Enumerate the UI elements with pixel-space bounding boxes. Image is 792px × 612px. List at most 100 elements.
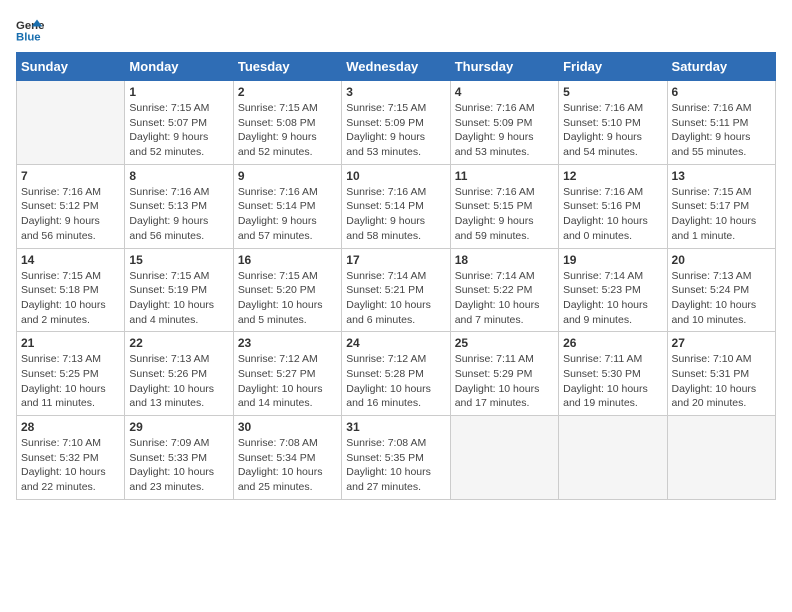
calendar-cell: 29 Sunrise: 7:09 AMSunset: 5:33 PMDayligh… xyxy=(125,416,233,500)
svg-text:Blue: Blue xyxy=(16,32,41,44)
weekday-header-wednesday: Wednesday xyxy=(342,53,450,81)
day-info: Sunrise: 7:09 AMSunset: 5:33 PMDaylight:… xyxy=(129,436,228,495)
calendar-cell xyxy=(17,81,125,165)
calendar-cell: 22 Sunrise: 7:13 AMSunset: 5:26 PMDayligh… xyxy=(125,332,233,416)
day-number: 13 xyxy=(672,169,771,183)
calendar-cell: 12Sunrise: 7:16 AMSunset: 5:16 PMDayligh… xyxy=(559,164,667,248)
calendar-cell: 23 Sunrise: 7:12 AMSunset: 5:27 PMDayligh… xyxy=(233,332,341,416)
day-number: 10 xyxy=(346,169,445,183)
day-number: 2 xyxy=(238,85,337,99)
day-number: 26 xyxy=(563,336,662,350)
calendar-week-3: 14 Sunrise: 7:15 AMSunset: 5:18 PMDayligh… xyxy=(17,248,776,332)
day-info: Sunrise: 7:16 AMSunset: 5:14 PMDaylight:… xyxy=(346,185,445,244)
calendar-cell: 9 Sunrise: 7:16 AMSunset: 5:14 PMDaylight… xyxy=(233,164,341,248)
day-number: 29 xyxy=(129,420,228,434)
day-info: Sunrise: 7:15 AMSunset: 5:19 PMDaylight:… xyxy=(129,269,228,328)
day-info: Sunrise: 7:11 AMSunset: 5:29 PMDaylight:… xyxy=(455,352,554,411)
day-info: Sunrise: 7:16 AMSunset: 5:14 PMDaylight:… xyxy=(238,185,337,244)
calendar-cell: 25Sunrise: 7:11 AMSunset: 5:29 PMDayligh… xyxy=(450,332,558,416)
day-number: 14 xyxy=(21,253,120,267)
day-number: 1 xyxy=(129,85,228,99)
weekday-header-saturday: Saturday xyxy=(667,53,775,81)
logo: General Blue xyxy=(16,16,44,44)
calendar-cell: 27 Sunrise: 7:10 AMSunset: 5:31 PMDayligh… xyxy=(667,332,775,416)
day-info: Sunrise: 7:15 AMSunset: 5:07 PMDaylight:… xyxy=(129,101,228,160)
day-number: 24 xyxy=(346,336,445,350)
calendar-cell xyxy=(667,416,775,500)
day-info: Sunrise: 7:08 AMSunset: 5:35 PMDaylight:… xyxy=(346,436,445,495)
calendar-cell: 30 Sunrise: 7:08 AMSunset: 5:34 PMDayligh… xyxy=(233,416,341,500)
day-info: Sunrise: 7:16 AMSunset: 5:09 PMDaylight:… xyxy=(455,101,554,160)
weekday-header-thursday: Thursday xyxy=(450,53,558,81)
logo-icon: General Blue xyxy=(16,16,44,44)
day-info: Sunrise: 7:15 AMSunset: 5:08 PMDaylight:… xyxy=(238,101,337,160)
day-number: 23 xyxy=(238,336,337,350)
calendar-cell: 5 Sunrise: 7:16 AMSunset: 5:10 PMDaylight… xyxy=(559,81,667,165)
day-number: 5 xyxy=(563,85,662,99)
weekday-header-friday: Friday xyxy=(559,53,667,81)
day-info: Sunrise: 7:08 AMSunset: 5:34 PMDaylight:… xyxy=(238,436,337,495)
calendar-cell: 26 Sunrise: 7:11 AMSunset: 5:30 PMDayligh… xyxy=(559,332,667,416)
day-info: Sunrise: 7:14 AMSunset: 5:23 PMDaylight:… xyxy=(563,269,662,328)
day-number: 9 xyxy=(238,169,337,183)
calendar-week-5: 28 Sunrise: 7:10 AMSunset: 5:32 PMDayligh… xyxy=(17,416,776,500)
day-info: Sunrise: 7:11 AMSunset: 5:30 PMDaylight:… xyxy=(563,352,662,411)
calendar-cell: 24 Sunrise: 7:12 AMSunset: 5:28 PMDayligh… xyxy=(342,332,450,416)
day-info: Sunrise: 7:16 AMSunset: 5:13 PMDaylight:… xyxy=(129,185,228,244)
day-number: 27 xyxy=(672,336,771,350)
day-number: 17 xyxy=(346,253,445,267)
day-number: 18 xyxy=(455,253,554,267)
calendar-week-4: 21Sunrise: 7:13 AMSunset: 5:25 PMDayligh… xyxy=(17,332,776,416)
calendar-cell: 6Sunrise: 7:16 AMSunset: 5:11 PMDaylight… xyxy=(667,81,775,165)
calendar-body: 1 Sunrise: 7:15 AMSunset: 5:07 PMDaylight… xyxy=(17,81,776,500)
day-info: Sunrise: 7:13 AMSunset: 5:26 PMDaylight:… xyxy=(129,352,228,411)
calendar-cell: 19 Sunrise: 7:14 AMSunset: 5:23 PMDayligh… xyxy=(559,248,667,332)
calendar-cell: 3Sunrise: 7:15 AMSunset: 5:09 PMDaylight… xyxy=(342,81,450,165)
calendar-table: SundayMondayTuesdayWednesdayThursdayFrid… xyxy=(16,52,776,500)
calendar-week-2: 7 Sunrise: 7:16 AMSunset: 5:12 PMDaylight… xyxy=(17,164,776,248)
calendar-cell: 4Sunrise: 7:16 AMSunset: 5:09 PMDaylight… xyxy=(450,81,558,165)
day-info: Sunrise: 7:16 AMSunset: 5:16 PMDaylight:… xyxy=(563,185,662,244)
day-number: 22 xyxy=(129,336,228,350)
day-info: Sunrise: 7:15 AMSunset: 5:20 PMDaylight:… xyxy=(238,269,337,328)
calendar-week-1: 1 Sunrise: 7:15 AMSunset: 5:07 PMDaylight… xyxy=(17,81,776,165)
day-info: Sunrise: 7:12 AMSunset: 5:28 PMDaylight:… xyxy=(346,352,445,411)
calendar-cell: 17 Sunrise: 7:14 AMSunset: 5:21 PMDayligh… xyxy=(342,248,450,332)
weekday-header-sunday: Sunday xyxy=(17,53,125,81)
calendar-cell: 10 Sunrise: 7:16 AMSunset: 5:14 PMDayligh… xyxy=(342,164,450,248)
day-number: 15 xyxy=(129,253,228,267)
calendar-cell: 15 Sunrise: 7:15 AMSunset: 5:19 PMDayligh… xyxy=(125,248,233,332)
day-number: 7 xyxy=(21,169,120,183)
day-info: Sunrise: 7:16 AMSunset: 5:12 PMDaylight:… xyxy=(21,185,120,244)
calendar-cell: 14 Sunrise: 7:15 AMSunset: 5:18 PMDayligh… xyxy=(17,248,125,332)
day-info: Sunrise: 7:16 AMSunset: 5:10 PMDaylight:… xyxy=(563,101,662,160)
calendar-cell: 8 Sunrise: 7:16 AMSunset: 5:13 PMDaylight… xyxy=(125,164,233,248)
day-number: 19 xyxy=(563,253,662,267)
weekday-header-row: SundayMondayTuesdayWednesdayThursdayFrid… xyxy=(17,53,776,81)
day-number: 21 xyxy=(21,336,120,350)
day-info: Sunrise: 7:10 AMSunset: 5:31 PMDaylight:… xyxy=(672,352,771,411)
calendar-cell: 1 Sunrise: 7:15 AMSunset: 5:07 PMDaylight… xyxy=(125,81,233,165)
calendar-cell: 31Sunrise: 7:08 AMSunset: 5:35 PMDayligh… xyxy=(342,416,450,500)
calendar-cell: 18 Sunrise: 7:14 AMSunset: 5:22 PMDayligh… xyxy=(450,248,558,332)
calendar-cell: 13Sunrise: 7:15 AMSunset: 5:17 PMDayligh… xyxy=(667,164,775,248)
day-number: 28 xyxy=(21,420,120,434)
day-info: Sunrise: 7:15 AMSunset: 5:18 PMDaylight:… xyxy=(21,269,120,328)
day-number: 20 xyxy=(672,253,771,267)
day-info: Sunrise: 7:10 AMSunset: 5:32 PMDaylight:… xyxy=(21,436,120,495)
day-info: Sunrise: 7:12 AMSunset: 5:27 PMDaylight:… xyxy=(238,352,337,411)
calendar-cell: 20 Sunrise: 7:13 AMSunset: 5:24 PMDayligh… xyxy=(667,248,775,332)
day-info: Sunrise: 7:14 AMSunset: 5:22 PMDaylight:… xyxy=(455,269,554,328)
day-info: Sunrise: 7:14 AMSunset: 5:21 PMDaylight:… xyxy=(346,269,445,328)
day-info: Sunrise: 7:13 AMSunset: 5:24 PMDaylight:… xyxy=(672,269,771,328)
day-info: Sunrise: 7:16 AMSunset: 5:15 PMDaylight:… xyxy=(455,185,554,244)
calendar-cell xyxy=(450,416,558,500)
page-header: General Blue xyxy=(16,16,776,44)
calendar-cell: 2 Sunrise: 7:15 AMSunset: 5:08 PMDaylight… xyxy=(233,81,341,165)
day-number: 8 xyxy=(129,169,228,183)
day-number: 3 xyxy=(346,85,445,99)
calendar-cell: 7 Sunrise: 7:16 AMSunset: 5:12 PMDaylight… xyxy=(17,164,125,248)
day-number: 16 xyxy=(238,253,337,267)
day-number: 6 xyxy=(672,85,771,99)
day-number: 30 xyxy=(238,420,337,434)
